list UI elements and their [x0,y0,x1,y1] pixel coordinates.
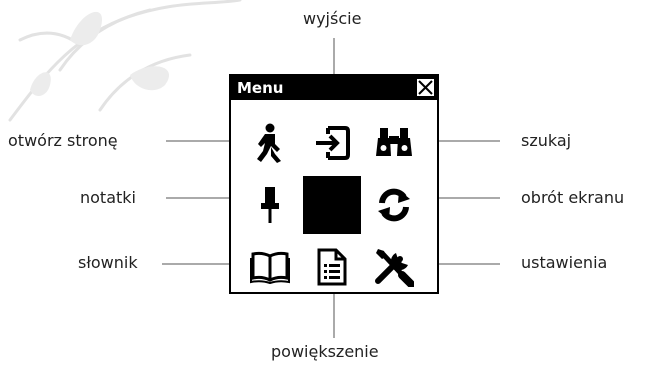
close-button[interactable] [415,77,436,98]
menu-item-exit[interactable] [307,118,357,168]
menu-item-current-selected[interactable] [303,176,361,234]
menu-item-settings[interactable] [369,242,419,292]
label-rotate: obrót ekranu [521,188,625,207]
menu-titlebar: Menu [231,76,437,100]
close-x-icon [418,80,433,95]
menu-item-search[interactable] [369,118,419,168]
open-book-icon [250,251,290,284]
rotate-arrows-icon [378,188,410,222]
exit-door-icon [316,126,350,160]
binoculars-icon [376,128,412,156]
menu-item-open-page[interactable] [245,118,295,168]
label-settings: ustawienia [521,253,608,272]
pushpin-icon [261,187,279,223]
label-exit: wyjście [303,9,362,28]
menu-dialog: Menu [229,74,439,294]
wrench-screwdriver-icon [375,249,414,287]
document-icon [317,248,347,286]
label-search: szukaj [521,131,572,150]
label-notes: notatki [80,188,136,207]
label-zoom: powiększenie [271,342,379,361]
menu-title: Menu [237,79,284,97]
walking-person-icon [257,123,281,163]
label-dictionary: słownik [78,253,138,272]
menu-item-notes[interactable] [245,180,295,230]
label-open-page: otwórz stronę [8,131,118,150]
menu-item-rotate[interactable] [369,180,419,230]
menu-item-zoom[interactable] [307,242,357,292]
menu-item-dictionary[interactable] [245,242,295,292]
floral-decoration [8,0,242,122]
